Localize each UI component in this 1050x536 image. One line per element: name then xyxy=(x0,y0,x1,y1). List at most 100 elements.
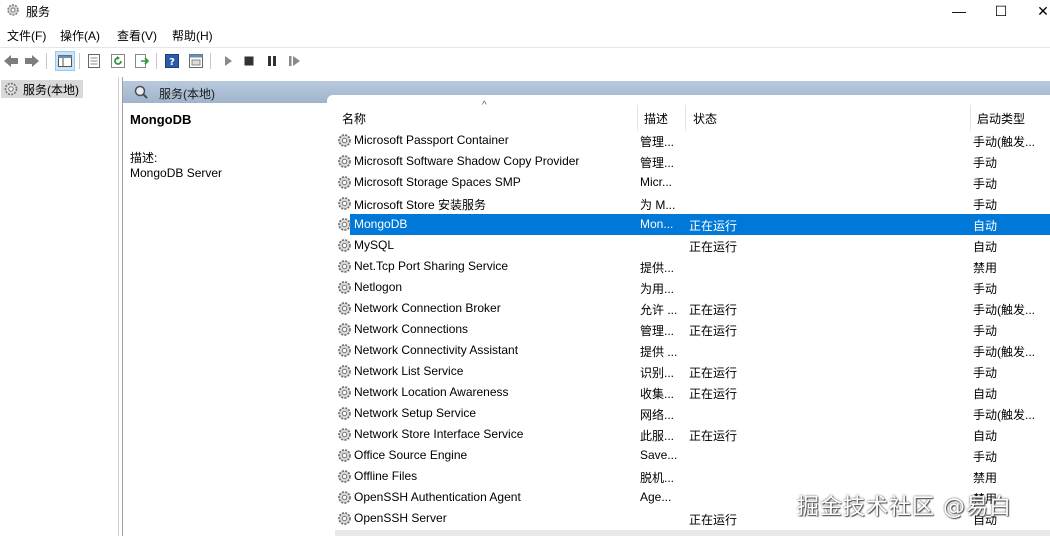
gear-icon xyxy=(338,449,351,462)
gear-icon xyxy=(338,239,351,252)
search-icon xyxy=(134,85,148,99)
view-button[interactable] xyxy=(187,52,205,70)
refresh-button[interactable] xyxy=(109,52,127,70)
resume-icon xyxy=(289,56,300,66)
service-startup-type: 手动 xyxy=(973,282,998,296)
service-description: Micr... xyxy=(640,175,672,189)
column-divider[interactable] xyxy=(637,105,638,131)
maximize-button[interactable]: ☐ xyxy=(978,0,1024,22)
gear-icon xyxy=(338,512,351,525)
service-name: MySQL xyxy=(354,238,395,252)
service-description: 允许 ... xyxy=(640,303,678,317)
help-button[interactable]: ? xyxy=(163,52,181,70)
forward-button[interactable] xyxy=(23,52,41,70)
gear-icon xyxy=(338,386,351,399)
menu-help[interactable]: 帮助(H) xyxy=(172,27,213,44)
refresh-icon xyxy=(111,54,125,68)
table-row[interactable]: Microsoft Software Shadow Copy Provider 管… xyxy=(327,151,1050,172)
menu-file[interactable]: 文件(F) xyxy=(7,27,46,44)
service-description: Age... xyxy=(640,490,672,504)
column-startup-type[interactable]: 启动类型 xyxy=(977,110,1025,127)
watermark: 掘金技术社区 @易白 xyxy=(797,495,1012,520)
table-row[interactable]: Net.Tcp Port Sharing Service 提供... 禁用 xyxy=(327,256,1050,277)
service-name: Microsoft Passport Container xyxy=(354,133,509,147)
service-name: Office Source Engine xyxy=(354,448,468,462)
service-name: Network Location Awareness xyxy=(354,385,509,399)
horizontal-scrollbar[interactable] xyxy=(335,530,1050,536)
service-description: 脱机... xyxy=(640,471,675,485)
table-row[interactable]: Network Location Awareness 收集... 正在运行 自动 xyxy=(327,382,1050,403)
play-icon xyxy=(225,56,232,66)
minimize-button[interactable]: — xyxy=(936,0,982,22)
table-row[interactable]: Network Connections 管理... 正在运行 手动 xyxy=(327,319,1050,340)
table-row[interactable]: Microsoft Store 安装服务 为 M... 手动 xyxy=(327,193,1050,214)
close-button[interactable]: ✕ xyxy=(1020,0,1050,22)
window-title: 服务 xyxy=(26,5,51,19)
service-name: Netlogon xyxy=(354,280,403,294)
description-label: 描述: xyxy=(130,151,158,165)
svg-text:?: ? xyxy=(169,57,175,68)
menu-action[interactable]: 操作(A) xyxy=(60,27,100,44)
table-row[interactable]: Network Connection Broker 允许 ... 正在运行 手动(触发… xyxy=(327,298,1050,319)
resume-service-button[interactable] xyxy=(286,52,304,70)
menu-view[interactable]: 查看(V) xyxy=(117,27,157,44)
panel-header-title: 服务(本地) xyxy=(159,87,215,101)
service-startup-type: 手动 xyxy=(973,324,998,338)
gear-icon xyxy=(338,260,351,273)
table-row[interactable]: Network List Service 识别... 正在运行 手动 xyxy=(327,361,1050,382)
service-name: Microsoft Software Shadow Copy Provider xyxy=(354,154,580,168)
service-status: 正在运行 xyxy=(689,429,738,443)
pause-service-button[interactable] xyxy=(263,52,281,70)
service-startup-type: 自动 xyxy=(973,240,998,254)
service-status: 正在运行 xyxy=(689,387,738,401)
table-row[interactable]: Office Source Engine Save... 手动 xyxy=(327,445,1050,466)
service-name: Microsoft Store 安装服务 xyxy=(354,198,487,212)
export-list-icon xyxy=(135,54,149,68)
service-name: Net.Tcp Port Sharing Service xyxy=(354,259,509,273)
show-tree-button[interactable] xyxy=(55,51,75,71)
table-row[interactable]: Microsoft Storage Spaces SMP Micr... 手动 xyxy=(327,172,1050,193)
service-description: Save... xyxy=(640,448,678,462)
service-description: Mon... xyxy=(640,217,674,231)
table-row[interactable]: MySQL 正在运行 自动 xyxy=(327,235,1050,256)
table-row[interactable]: Network Setup Service 网络... 手动(触发... xyxy=(327,403,1050,424)
column-divider[interactable] xyxy=(685,105,686,131)
service-name: Network Connectivity Assistant xyxy=(354,343,519,357)
gear-icon xyxy=(338,428,351,441)
service-description: 收集... xyxy=(640,387,675,401)
column-divider[interactable] xyxy=(970,105,971,131)
service-name: OpenSSH Server xyxy=(354,511,447,525)
table-row[interactable]: Network Store Interface Service 此服... 正在运行… xyxy=(327,424,1050,445)
stop-service-button[interactable] xyxy=(240,52,258,70)
column-name[interactable]: 名称 xyxy=(342,110,366,127)
service-description: 为 M... xyxy=(640,198,676,212)
service-description: 网络... xyxy=(640,408,675,422)
selected-service-title: MongoDB xyxy=(130,112,192,127)
column-description[interactable]: 描述 xyxy=(644,110,668,127)
service-name: Network Setup Service xyxy=(354,406,477,420)
forward-arrow-icon xyxy=(25,55,39,67)
export-list-button[interactable] xyxy=(133,52,151,70)
service-startup-type: 自动 xyxy=(973,387,998,401)
service-startup-type: 手动 xyxy=(973,366,998,380)
description-pane: MongoDB 描述: MongoDB Server xyxy=(123,103,327,536)
console-tree-icon xyxy=(58,55,72,67)
table-row[interactable]: Offline Files 脱机... 禁用 xyxy=(327,466,1050,487)
start-service-button[interactable] xyxy=(219,52,237,70)
service-description: 此服... xyxy=(640,429,675,443)
back-button[interactable] xyxy=(2,52,20,70)
properties-button[interactable] xyxy=(85,52,103,70)
service-status: 正在运行 xyxy=(689,303,738,317)
table-row[interactable]: Microsoft Passport Container 管理... 手动(触发..… xyxy=(327,130,1050,151)
table-row[interactable]: MongoDB Mon... 正在运行 自动 xyxy=(327,214,1050,235)
tree-item-services-local[interactable]: 服务(本地) xyxy=(1,80,83,98)
service-startup-type: 手动 xyxy=(973,156,998,170)
table-row[interactable]: Network Connectivity Assistant 提供 ... 手动(触… xyxy=(327,340,1050,361)
service-name: MongoDB xyxy=(354,217,408,231)
service-status: 正在运行 xyxy=(689,219,738,233)
table-row[interactable]: Netlogon 为用... 手动 xyxy=(327,277,1050,298)
column-status[interactable]: 状态 xyxy=(693,110,717,127)
gear-icon xyxy=(338,344,351,357)
service-startup-type: 手动 xyxy=(973,450,998,464)
service-status: 正在运行 xyxy=(689,513,738,527)
